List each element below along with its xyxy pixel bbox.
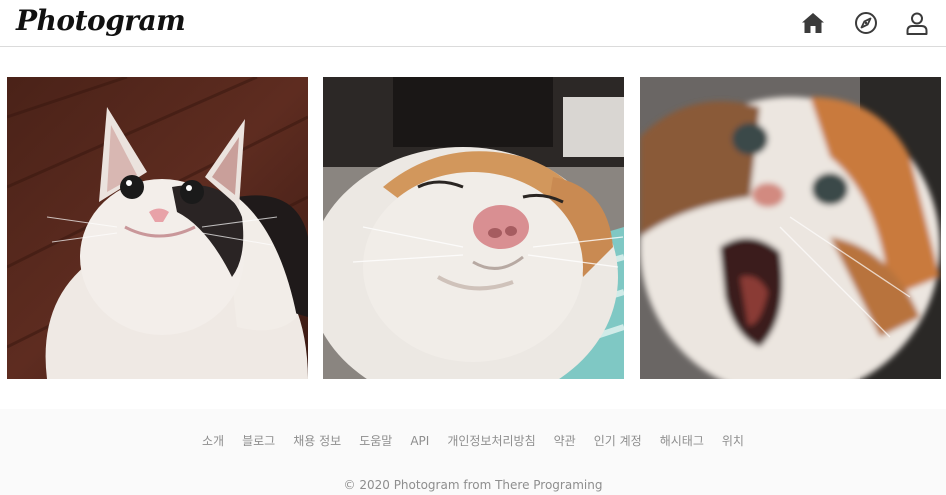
post-grid	[0, 77, 946, 379]
footer-link-blog[interactable]: 블로그	[233, 431, 284, 451]
post-thumbnail[interactable]	[640, 77, 941, 379]
post-thumbnail[interactable]	[7, 77, 308, 379]
footer-links: 소개 블로그 채용 정보 도움말 API 개인정보처리방침 약관 인기 계정 해…	[0, 431, 946, 451]
user-icon[interactable]	[904, 10, 930, 36]
footer-link-privacy[interactable]: 개인정보처리방침	[438, 431, 544, 451]
cat-photo-smiling	[7, 77, 308, 379]
footer: 소개 블로그 채용 정보 도움말 API 개인정보처리방침 약관 인기 계정 해…	[0, 409, 946, 495]
copyright: © 2020 Photogram from There Programing	[343, 478, 603, 492]
cat-photo-sleepy	[323, 77, 624, 379]
footer-link-terms[interactable]: 약관	[545, 431, 585, 451]
footer-link-locations[interactable]: 위치	[713, 431, 753, 451]
compass-icon[interactable]	[853, 10, 879, 36]
post-thumbnail[interactable]	[323, 77, 624, 379]
footer-link-hashtags[interactable]: 해시태그	[651, 431, 713, 451]
cat-photo-screaming	[640, 77, 941, 379]
top-navbar: Photogram	[0, 0, 946, 47]
footer-link-jobs[interactable]: 채용 정보	[284, 431, 350, 451]
home-icon[interactable]	[800, 10, 826, 36]
footer-link-help[interactable]: 도움말	[350, 431, 401, 451]
logo[interactable]: Photogram	[16, 2, 186, 40]
footer-link-api[interactable]: API	[401, 431, 438, 451]
footer-link-about[interactable]: 소개	[193, 431, 233, 451]
footer-link-top-accounts[interactable]: 인기 계정	[585, 431, 651, 451]
